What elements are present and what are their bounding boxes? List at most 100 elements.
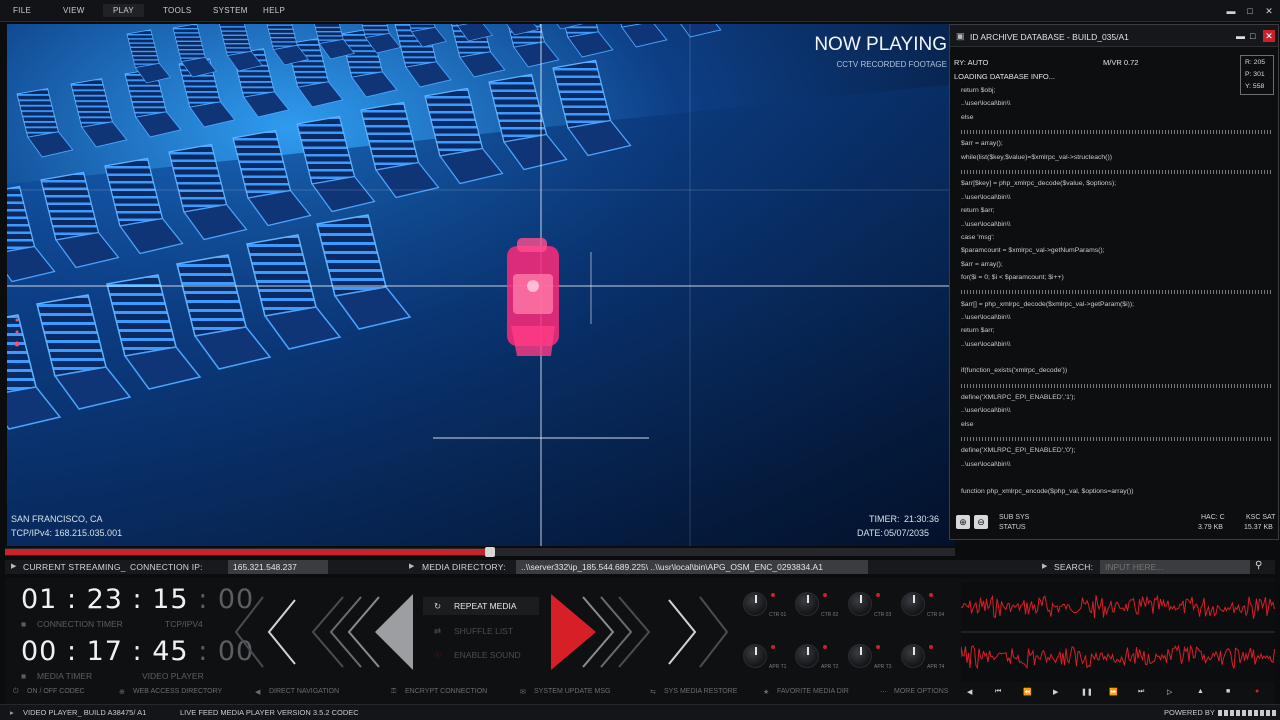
bottom-toolbar-item[interactable]: SYS MEDIA RESTORE bbox=[664, 688, 737, 695]
rewind-icon[interactable]: ⏪ bbox=[1023, 688, 1032, 696]
knob-label: APR T4 bbox=[927, 664, 945, 670]
code-line: ..\user\local\bin\\ bbox=[961, 460, 1011, 468]
pause-icon[interactable]: ❚❚ bbox=[1081, 688, 1093, 696]
knob-label: CTR 03 bbox=[874, 612, 892, 618]
database-panel: ▣ ID ARCHIVE DATABASE - BUILD_035/A1 ▬ □… bbox=[949, 24, 1279, 540]
code-line: while(list($key,$value)=$xmlrpc_val->str… bbox=[961, 153, 1112, 161]
control-knob[interactable] bbox=[901, 644, 925, 668]
search-input[interactable] bbox=[1100, 560, 1250, 574]
sub-sys-label: SUB SYS bbox=[999, 514, 1030, 521]
prev-track-icon[interactable]: ⏮ bbox=[995, 688, 1001, 696]
maximize-icon[interactable]: □ bbox=[1244, 5, 1256, 17]
control-knob[interactable] bbox=[743, 592, 767, 616]
skip-start-icon[interactable]: ◀ bbox=[967, 688, 972, 696]
zoom-in-icon[interactable]: ⊕ bbox=[956, 515, 970, 529]
more-icon: ⋯ bbox=[880, 689, 887, 696]
menu-tools[interactable]: TOOLS bbox=[163, 6, 191, 15]
knob-indicator bbox=[771, 645, 775, 649]
brand-logo bbox=[1218, 710, 1276, 716]
eject-icon[interactable]: ▲ bbox=[1197, 688, 1204, 695]
restore-icon: ⇆ bbox=[650, 689, 656, 696]
knob-label: CTR 04 bbox=[927, 612, 945, 618]
current-streaming-label: CURRENT STREAMING_ bbox=[23, 562, 126, 572]
code-line: ..\user\local\bin\\ bbox=[961, 220, 1011, 228]
control-knob[interactable] bbox=[795, 592, 819, 616]
video-viewport[interactable]: NOW PLAYING CCTV RECORDED FOOTAGE SAN FR… bbox=[7, 24, 955, 546]
control-knob[interactable] bbox=[795, 644, 819, 668]
enable-sound-toggle[interactable]: ENABLE SOUND bbox=[454, 650, 521, 660]
code-line: return $obj; bbox=[961, 87, 996, 94]
stop-icon[interactable]: ■ bbox=[1226, 688, 1230, 695]
minimize-icon[interactable]: ▬ bbox=[1225, 5, 1237, 17]
step-forward-icon[interactable]: ▷ bbox=[1167, 688, 1172, 696]
code-line: if(function_exists('xmlrpc_decode')) bbox=[961, 367, 1068, 375]
menu-view[interactable]: VIEW bbox=[63, 6, 85, 15]
target-backpack[interactable] bbox=[507, 238, 559, 356]
star-icon: ★ bbox=[763, 689, 770, 696]
code-line: $arr = array(); bbox=[961, 260, 1003, 268]
knob-indicator bbox=[823, 645, 827, 649]
bottom-toolbar-item[interactable]: ON / OFF CODEC bbox=[27, 688, 85, 695]
knob-indicator bbox=[823, 593, 827, 597]
media-directory-label: MEDIA DIRECTORY: bbox=[422, 562, 506, 572]
code-line: ..\user\local\bin\\ bbox=[961, 340, 1011, 348]
play-icon: ▶ bbox=[11, 563, 17, 570]
media-directory-value[interactable]: ..\\server332\ip_185.544.689.225\ ..\\us… bbox=[516, 560, 868, 574]
code-line: $arr[] = php_xmlrpc_decode($xmlrpc_val->… bbox=[961, 300, 1135, 308]
code-line: $arr[$key] = php_xmlrpc_decode($value, $… bbox=[961, 180, 1117, 188]
now-playing-title: NOW PLAYING bbox=[814, 34, 947, 55]
globe-icon: ⊕ bbox=[119, 689, 125, 696]
control-knob[interactable] bbox=[848, 644, 872, 668]
connection-proto-label: TCP/IPV4 bbox=[165, 619, 203, 629]
status-bar: ▸ VIDEO PLAYER_ BUILD A38475/ A1 LIVE FE… bbox=[0, 704, 1280, 720]
control-knob[interactable] bbox=[901, 592, 925, 616]
record-icon[interactable]: ● bbox=[1255, 688, 1259, 695]
code-line: $arr = array(); bbox=[961, 140, 1003, 148]
bottom-toolbar-item[interactable]: FAVORITE MEDIA DIR bbox=[777, 688, 849, 695]
progress-fill bbox=[5, 549, 490, 555]
dir-play-icon: ▶ bbox=[409, 563, 415, 570]
code-separator bbox=[961, 290, 1271, 295]
menu-system[interactable]: SYSTEM bbox=[213, 6, 248, 15]
audio-waveform bbox=[961, 582, 1275, 682]
menu-file[interactable]: FILE bbox=[13, 6, 31, 15]
zoom-out-icon[interactable]: ⊖ bbox=[974, 515, 988, 529]
media-indicator: ■ bbox=[21, 671, 27, 681]
next-track-icon[interactable]: ⏭ bbox=[1138, 688, 1144, 696]
status-label: STATUS bbox=[999, 524, 1026, 531]
code-separator bbox=[961, 170, 1271, 175]
hac-size: 3.79 KB bbox=[1198, 524, 1223, 531]
code-line: case 'msg': bbox=[961, 233, 995, 241]
connection-indicator: ■ bbox=[21, 619, 27, 629]
code-line: return $arr; bbox=[961, 327, 995, 335]
code-line: for($i = 0; $i < $paramcount; $i++) bbox=[961, 273, 1064, 281]
control-knob[interactable] bbox=[743, 644, 767, 668]
bottom-toolbar-item[interactable]: DIRECT NAVIGATION bbox=[269, 688, 339, 695]
knob-label: CTR 01 bbox=[769, 612, 787, 618]
playback-progress[interactable] bbox=[5, 547, 955, 557]
control-deck: 01 : 23 : 15 : 00 ■ CONNECTION TIMER TCP… bbox=[5, 578, 1275, 704]
bottom-toolbar-item[interactable]: MORE OPTIONS bbox=[894, 688, 948, 695]
ip-label: TCP/IPv4: 168.215.035.001 bbox=[11, 528, 123, 538]
fast-forward-icon[interactable]: ⏩ bbox=[1109, 688, 1118, 696]
search-icon[interactable]: ⚲ bbox=[1255, 560, 1263, 571]
menu-play[interactable]: PLAY bbox=[103, 4, 145, 17]
search-play-icon: ▶ bbox=[1042, 563, 1048, 570]
bottom-toolbar-item[interactable]: ENCRYPT CONNECTION bbox=[405, 688, 487, 695]
menu-bar: FILE VIEW PLAY TOOLS SYSTEM HELP ▬ □ ✕ bbox=[0, 0, 1280, 22]
code-line: ..\user\local\bin\\ bbox=[961, 100, 1011, 108]
shuffle-list-toggle[interactable]: SHUFFLE LIST bbox=[454, 626, 513, 636]
code-separator bbox=[961, 130, 1271, 135]
ksc-size: 15.37 KB bbox=[1244, 524, 1273, 531]
progress-handle[interactable] bbox=[484, 547, 495, 557]
bottom-toolbar-item[interactable]: WEB ACCESS DIRECTORY bbox=[133, 688, 222, 695]
control-knob[interactable] bbox=[848, 592, 872, 616]
rewind-button[interactable] bbox=[233, 592, 418, 672]
play-icon-small[interactable]: ▶ bbox=[1053, 688, 1058, 696]
ksc-label: KSC SAT bbox=[1246, 514, 1276, 521]
menu-help[interactable]: HELP bbox=[263, 6, 285, 15]
media-timer-value: 00 : 17 : 45 bbox=[21, 636, 189, 667]
bottom-toolbar-item[interactable]: SYSTEM UPDATE MSG bbox=[534, 688, 611, 695]
repeat-media-toggle[interactable]: ↻ REPEAT MEDIA bbox=[423, 597, 539, 615]
close-icon[interactable]: ✕ bbox=[1263, 5, 1275, 17]
